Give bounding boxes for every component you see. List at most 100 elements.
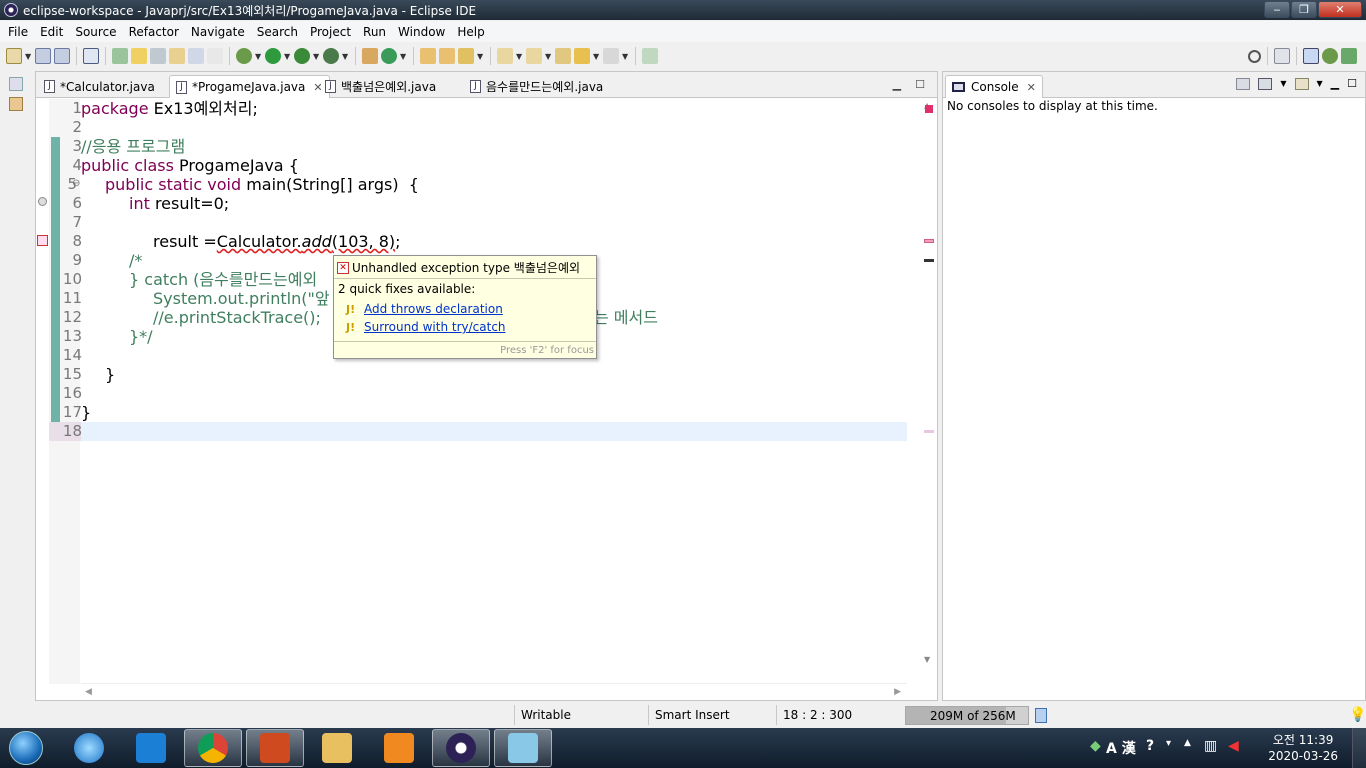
pin-console-icon[interactable]: [1236, 77, 1251, 90]
search-dropdown-icon[interactable]: ▼: [477, 52, 484, 61]
tip-bulb-icon[interactable]: 💡: [1349, 707, 1366, 723]
show-whitespace-icon[interactable]: [207, 48, 223, 64]
show-desktop-button[interactable]: [1352, 728, 1366, 768]
add-throws-link[interactable]: Add throws declaration: [364, 302, 503, 316]
error-overview-marker[interactable]: [925, 105, 933, 113]
menu-project[interactable]: Project: [304, 25, 357, 39]
package-explorer-icon[interactable]: [9, 97, 23, 111]
search-tool-icon[interactable]: [458, 48, 474, 64]
horizontal-scrollbar[interactable]: ◀ ▶: [81, 683, 907, 700]
show-hidden-icons[interactable]: ▲: [1184, 738, 1191, 748]
fold-collapse-icon[interactable]: ⊖: [72, 178, 80, 189]
system-clock[interactable]: 오전 11:39 2020-03-26: [1268, 732, 1338, 764]
previous-edit-dropdown-icon[interactable]: ▼: [545, 52, 552, 61]
ime-options-icon[interactable]: ▾: [1166, 738, 1171, 749]
menu-window[interactable]: Window: [392, 25, 451, 39]
volume-muted-icon[interactable]: ◀: [1228, 738, 1239, 754]
highlight-icon[interactable]: [131, 48, 147, 64]
restore-icon[interactable]: [9, 77, 23, 91]
tab-calculator[interactable]: J *Calculator.java: [38, 75, 161, 98]
network-icon[interactable]: ▥: [1204, 738, 1217, 754]
error-overview-mark[interactable]: [924, 239, 934, 243]
maximize-button[interactable]: ❐: [1291, 1, 1317, 18]
ime-mode-indicator[interactable]: A 漢: [1106, 738, 1136, 758]
occurrence-marker[interactable]: [924, 430, 934, 433]
taskbar-eclipse[interactable]: [432, 729, 490, 767]
cursor-position-status[interactable]: 18 : 2 : 300: [776, 705, 902, 725]
code-text-area[interactable]: package Ex13예외처리; //응용 프로그램 public class…: [81, 99, 907, 684]
start-button[interactable]: [4, 728, 48, 768]
open-task-icon[interactable]: [439, 48, 455, 64]
external-tools-icon[interactable]: [323, 48, 339, 64]
menu-search[interactable]: Search: [251, 25, 304, 39]
display-console-icon[interactable]: [1258, 77, 1273, 90]
open-type-icon[interactable]: [112, 48, 128, 64]
maximize-view-icon[interactable]: ☐: [915, 78, 925, 91]
forward-dropdown-icon[interactable]: ▼: [622, 52, 629, 61]
surround-try-catch-link[interactable]: Surround with try/catch: [364, 320, 506, 334]
forward-arrow-icon[interactable]: [603, 48, 619, 64]
new-dropdown-icon[interactable]: ▼: [25, 52, 32, 61]
scroll-right-icon[interactable]: ▶: [894, 687, 901, 697]
menu-file[interactable]: File: [2, 25, 34, 39]
open-console-dropdown-icon[interactable]: ▼: [1317, 79, 1323, 88]
coverage-dropdown-icon[interactable]: ▼: [313, 52, 320, 61]
new-icon[interactable]: [6, 48, 22, 64]
taskbar-vscode[interactable]: [122, 729, 180, 767]
open-console-icon[interactable]: [1294, 77, 1309, 90]
taskbar-file-explorer[interactable]: [308, 729, 366, 767]
menu-edit[interactable]: Edit: [34, 25, 69, 39]
back-dropdown-icon[interactable]: ▼: [593, 52, 600, 61]
quick-fix-item[interactable]: J! Surround with try/catch: [346, 320, 506, 334]
open-perspective-icon[interactable]: [1274, 48, 1290, 64]
next-edit-dropdown-icon[interactable]: ▼: [516, 52, 523, 61]
previous-edit-icon[interactable]: [526, 48, 542, 64]
debug-dropdown-icon[interactable]: ▼: [255, 52, 262, 61]
java-search-icon[interactable]: [150, 48, 166, 64]
close-button[interactable]: ✕: [1318, 1, 1362, 18]
heap-status[interactable]: 209M of 256M: [905, 706, 1029, 725]
scroll-down-icon[interactable]: ▼: [924, 655, 930, 664]
tab-exception-2[interactable]: J 음수를만드는예외.java: [464, 75, 609, 98]
tab-console[interactable]: Console ✕: [945, 75, 1043, 98]
maximize-view-icon[interactable]: ☐: [1347, 77, 1357, 90]
run-icon[interactable]: [265, 48, 281, 64]
language-bar-icon[interactable]: ◆: [1090, 738, 1101, 754]
menu-source[interactable]: Source: [69, 25, 122, 39]
new-class-dropdown-icon[interactable]: ▼: [400, 52, 407, 61]
last-edit-location-icon[interactable]: [555, 48, 571, 64]
menu-help[interactable]: Help: [451, 25, 490, 39]
git-perspective-icon[interactable]: [1341, 48, 1357, 64]
save-all-icon[interactable]: [54, 48, 70, 64]
minimize-view-icon[interactable]: ▁: [893, 78, 901, 91]
minimize-button[interactable]: ‒: [1264, 1, 1290, 18]
quick-fix-item[interactable]: J! Add throws declaration: [346, 302, 503, 316]
display-console-dropdown-icon[interactable]: ▼: [1280, 79, 1286, 88]
scroll-left-icon[interactable]: ◀: [85, 687, 92, 697]
menu-navigate[interactable]: Navigate: [185, 25, 251, 39]
back-arrow-icon[interactable]: [574, 48, 590, 64]
debug-perspective-icon[interactable]: [1322, 48, 1338, 64]
taskbar-notepad[interactable]: [494, 729, 552, 767]
tab-close-icon[interactable]: ✕: [1027, 81, 1036, 94]
new-java-package-icon[interactable]: [362, 48, 378, 64]
overview-ruler[interactable]: ▲ ▼: [921, 99, 937, 684]
java-perspective-icon[interactable]: [1303, 48, 1319, 64]
debug-icon[interactable]: [236, 48, 252, 64]
insert-mode-status[interactable]: Smart Insert: [648, 705, 774, 725]
new-java-class-icon[interactable]: [381, 48, 397, 64]
taskbar-media-player[interactable]: [370, 729, 428, 767]
viewport-indicator[interactable]: [924, 259, 934, 262]
error-marker-icon[interactable]: [37, 235, 48, 246]
run-dropdown-icon[interactable]: ▼: [284, 52, 291, 61]
tab-exception-1[interactable]: J 백출넘은예외.java: [319, 75, 442, 98]
taskbar-internet-explorer[interactable]: [60, 729, 118, 767]
menu-refactor[interactable]: Refactor: [123, 25, 185, 39]
coverage-icon[interactable]: [294, 48, 310, 64]
taskbar-chrome[interactable]: [184, 729, 242, 767]
next-annotation-icon[interactable]: [169, 48, 185, 64]
minimize-view-icon[interactable]: ▁: [1331, 77, 1339, 90]
external-tools-dropdown-icon[interactable]: ▼: [342, 52, 349, 61]
next-edit-icon[interactable]: [497, 48, 513, 64]
help-icon[interactable]: ?: [1146, 738, 1154, 754]
